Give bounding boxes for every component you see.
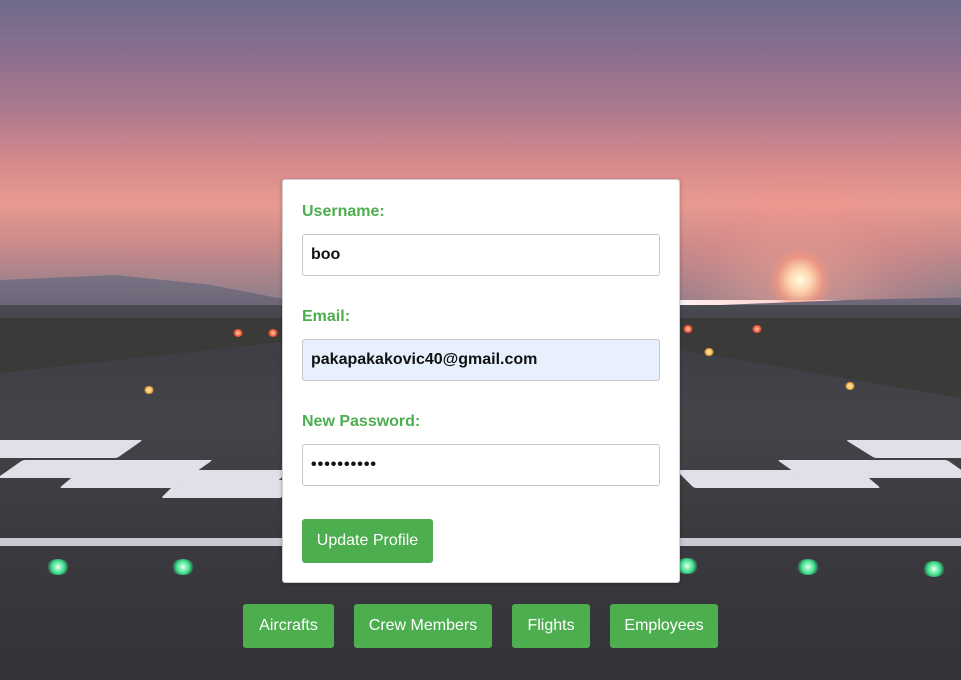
runway-light [46,559,70,575]
runway-stripe [161,480,299,498]
email-input[interactable] [302,339,660,381]
password-label: New Password: [302,413,421,430]
runway-light [683,325,693,333]
nav-flights-button[interactable]: Flights [512,604,590,648]
runway-light [704,348,714,356]
runway-light [268,329,278,337]
update-profile-button[interactable]: Update Profile [302,519,433,563]
nav-employees-button[interactable]: Employees [610,604,718,648]
runway-light [752,325,762,333]
runway-light [144,386,154,394]
username-label: Username: [302,203,385,220]
runway-light [233,329,243,337]
nav-crew-members-button[interactable]: Crew Members [354,604,492,648]
nav-aircrafts-button[interactable]: Aircrafts [243,604,334,648]
runway-light [845,382,855,390]
runway-stripe [777,460,961,478]
password-input[interactable] [302,444,660,486]
runway-light [171,559,195,575]
runway-light [796,559,820,575]
profile-form-card: Username: Email: New Password: Update Pr… [282,179,680,583]
email-label: Email: [302,308,351,325]
runway-light [922,561,946,577]
username-input[interactable] [302,234,660,276]
